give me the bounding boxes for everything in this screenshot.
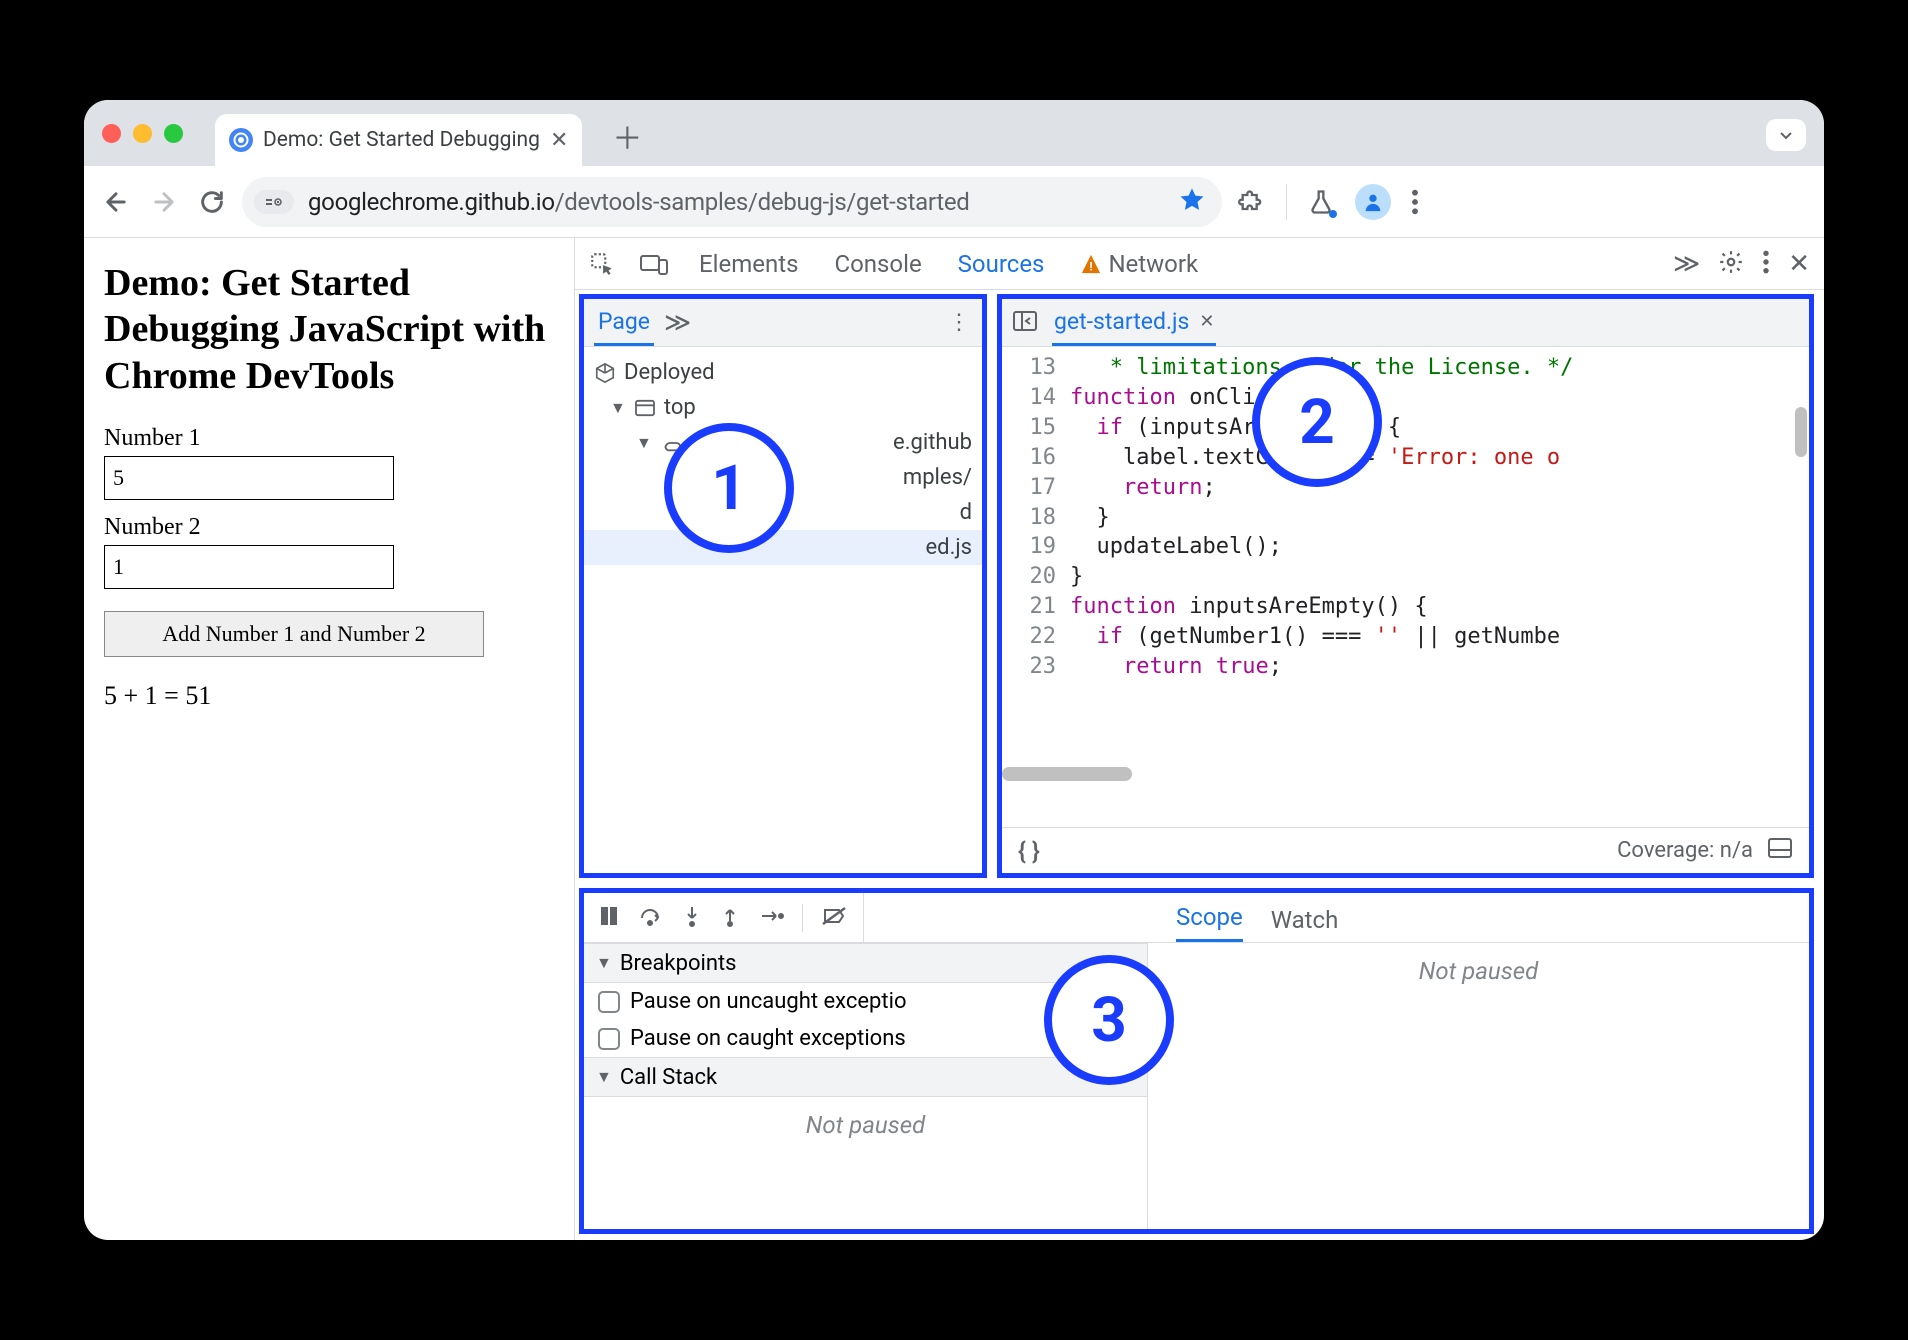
browser-toolbar: googlechrome.github.io/devtools-samples/… (84, 166, 1824, 238)
tree-deployed[interactable]: Deployed (584, 355, 982, 390)
checkbox-icon[interactable] (598, 991, 620, 1013)
tab-title: Demo: Get Started Debugging (263, 128, 540, 152)
deactivate-breakpoints-icon[interactable] (821, 904, 849, 932)
menu-button[interactable] (1411, 188, 1419, 216)
devtools-menu-icon[interactable] (1762, 249, 1770, 279)
title-bar: Demo: Get Started Debugging ✕ ＋ (84, 100, 1824, 166)
result-text: 5 + 1 = 51 (104, 681, 554, 711)
toggle-navigator-icon[interactable] (1012, 309, 1038, 337)
navigator-page-tab[interactable]: Page (594, 300, 654, 346)
settings-icon[interactable] (1718, 249, 1744, 279)
scope-tab[interactable]: Scope (1176, 903, 1243, 942)
toggle-drawer-icon[interactable] (1767, 836, 1793, 866)
devtools-panel: Elements Console Sources ! Network ≫ ✕ 1 (574, 238, 1824, 1240)
tab-sources[interactable]: Sources (952, 250, 1051, 278)
vertical-scrollbar[interactable] (1795, 407, 1807, 457)
number1-input[interactable] (104, 456, 394, 500)
traffic-lights (102, 124, 183, 143)
devtools-tab-strip: Elements Console Sources ! Network ≫ ✕ (575, 238, 1824, 290)
navigator-more-tabs[interactable]: ≫ (664, 308, 691, 338)
annotation-badge-1: 1 (664, 423, 794, 553)
code-editor-pane: 2 get-started.js✕ 1314151617181920212223… (997, 294, 1814, 878)
extensions-icon[interactable] (1238, 188, 1266, 216)
inspect-icon[interactable] (589, 251, 615, 277)
number1-label: Number 1 (104, 425, 554, 452)
navigator-menu-icon[interactable]: ⋮ (948, 310, 972, 335)
step-out-icon[interactable] (720, 904, 740, 932)
url-text: googlechrome.github.io/devtools-samples/… (308, 188, 1164, 216)
reload-button[interactable] (198, 188, 226, 216)
debugger-pane: 3 (579, 888, 1814, 1234)
tree-file-js[interactable]: ed.js (584, 530, 982, 565)
annotation-badge-2: 2 (1252, 357, 1382, 487)
tab-close-button[interactable]: ✕ (550, 128, 568, 153)
page-title: Demo: Get Started Debugging JavaScript w… (104, 260, 554, 399)
number2-input[interactable] (104, 545, 394, 589)
profile-avatar[interactable] (1355, 184, 1391, 220)
device-toolbar-icon[interactable] (639, 251, 669, 277)
labs-icon[interactable] (1307, 188, 1335, 216)
step-icon[interactable] (758, 904, 784, 932)
favicon-icon (229, 128, 253, 152)
forward-button[interactable] (150, 188, 178, 216)
address-bar[interactable]: googlechrome.github.io/devtools-samples/… (242, 177, 1222, 227)
navigator-pane: 1 Page ≫ ⋮ Deployed ▼top ▼e.github ▼mple… (579, 294, 987, 878)
devtools-close-icon[interactable]: ✕ (1788, 249, 1810, 279)
more-tabs-icon[interactable]: ≫ (1673, 249, 1700, 279)
annotation-badge-3: 3 (1044, 955, 1174, 1085)
window-minimize-button[interactable] (133, 124, 152, 143)
content-area: Demo: Get Started Debugging JavaScript w… (84, 238, 1824, 1240)
file-tab-close-icon[interactable]: ✕ (1199, 311, 1214, 332)
site-info-chip[interactable] (254, 190, 294, 214)
watch-tab[interactable]: Watch (1271, 906, 1339, 942)
browser-tab[interactable]: Demo: Get Started Debugging ✕ (215, 114, 582, 166)
demo-page: Demo: Get Started Debugging JavaScript w… (84, 238, 574, 1240)
tab-console[interactable]: Console (828, 250, 927, 278)
coverage-text: Coverage: n/a (1617, 838, 1753, 863)
number2-label: Number 2 (104, 514, 554, 541)
step-over-icon[interactable] (638, 904, 664, 932)
tab-network[interactable]: ! Network (1074, 250, 1204, 278)
step-into-icon[interactable] (682, 904, 702, 932)
editor-file-tab[interactable]: get-started.js✕ (1052, 300, 1216, 346)
tab-overflow-button[interactable] (1766, 119, 1806, 151)
svg-text:!: ! (1090, 259, 1093, 273)
browser-window: Demo: Get Started Debugging ✕ ＋ googlech… (84, 100, 1824, 1240)
pretty-print-icon[interactable]: { } (1018, 837, 1040, 865)
window-zoom-button[interactable] (164, 124, 183, 143)
window-close-button[interactable] (102, 124, 121, 143)
checkbox-icon[interactable] (598, 1028, 620, 1050)
pause-icon[interactable] (598, 904, 620, 932)
scope-not-paused: Not paused (1148, 943, 1809, 999)
toolbar-divider (1286, 184, 1287, 220)
add-button[interactable]: Add Number 1 and Number 2 (104, 611, 484, 657)
line-gutter: 1314151617181920212223 (1002, 347, 1070, 827)
horizontal-scrollbar[interactable] (1002, 767, 1132, 781)
callstack-not-paused: Not paused (584, 1097, 1147, 1153)
tree-top[interactable]: ▼top (584, 390, 982, 425)
new-tab-button[interactable]: ＋ (612, 114, 642, 158)
code-area[interactable]: 1314151617181920212223 * limitations und… (1002, 347, 1809, 827)
bookmark-star-icon[interactable] (1178, 186, 1206, 218)
back-button[interactable] (102, 188, 130, 216)
tab-elements[interactable]: Elements (693, 250, 804, 278)
